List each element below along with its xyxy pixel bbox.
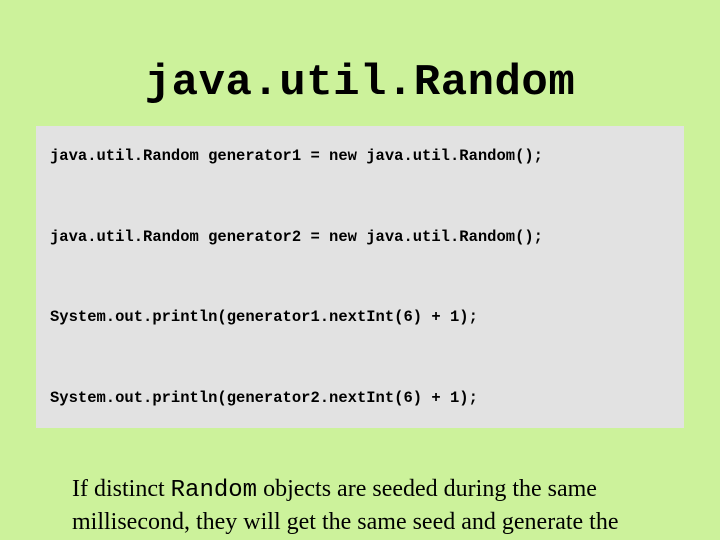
code-line: java.util.Random generator2 = new java.u… <box>50 228 543 246</box>
code-block: java.util.Random generator1 = new java.u… <box>36 126 684 428</box>
slide: java.util.Random java.util.Random genera… <box>0 0 720 540</box>
code-line: System.out.println(generator1.nextInt(6)… <box>50 308 478 326</box>
inline-code: Random <box>171 477 257 504</box>
code-line: System.out.println(generator2.nextInt(6)… <box>50 389 478 407</box>
body-text-pre: If distinct <box>72 476 171 502</box>
slide-title: java.util.Random <box>36 58 684 108</box>
code-line: java.util.Random generator1 = new java.u… <box>50 147 543 165</box>
body-paragraph: If distinct Random objects are seeded du… <box>72 474 660 540</box>
